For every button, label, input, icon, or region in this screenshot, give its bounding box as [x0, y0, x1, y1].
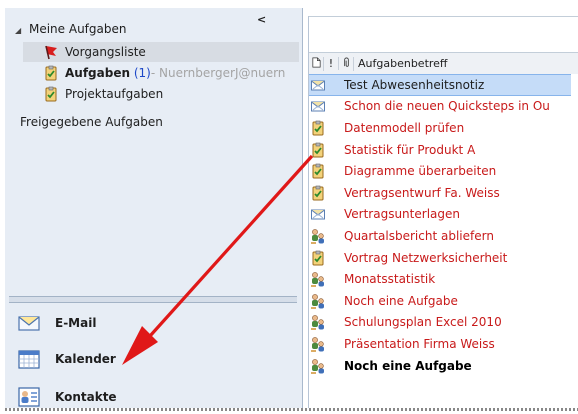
task-subject: Datenmodell prüfen — [344, 120, 465, 135]
folder-label: Projektaufgaben — [65, 87, 164, 101]
task-list: ! Aufgabenbetreff Test Abwesenheitsnotiz… — [308, 16, 578, 408]
assigned-task-icon — [310, 336, 326, 352]
nav-button-label: Kalender — [55, 352, 116, 366]
task-clipboard-icon — [310, 250, 326, 266]
nav-button-label: Kontakte — [55, 390, 117, 404]
task-subject: Schulungsplan Excel 2010 — [344, 315, 502, 330]
collapse-pane-icon[interactable]: < — [257, 13, 266, 26]
assigned-task-icon — [310, 314, 326, 330]
right-edge — [571, 74, 578, 408]
list-top-strip — [309, 16, 578, 53]
task-subject: Quartalsbericht abliefern — [344, 228, 494, 243]
mail-envelope-icon — [17, 311, 41, 335]
assigned-task-icon — [310, 358, 326, 374]
expand-triangle-icon[interactable]: ◢ — [15, 26, 21, 35]
group-shared-tasks[interactable]: Freigegebene Aufgaben — [20, 115, 163, 129]
task-row[interactable]: Schulungsplan Excel 2010 — [309, 312, 571, 334]
task-clipboard-icon — [310, 120, 326, 136]
task-row[interactable]: Präsentation Firma Weiss — [309, 333, 571, 355]
task-subject: Monatsstatistik — [344, 272, 436, 287]
folder-vorgangsliste[interactable]: Vorgangsliste — [23, 42, 299, 62]
nav-button-label: E-Mail — [55, 316, 97, 330]
task-request-icon — [310, 206, 326, 222]
task-subject: Test Abwesenheitsnotiz — [344, 77, 485, 92]
task-row[interactable]: Noch eine Aufgabe — [309, 355, 571, 377]
task-row[interactable]: Datenmodell prüfen — [309, 117, 571, 139]
task-clipboard-icon — [310, 142, 326, 158]
task-row[interactable]: Diagramme überarbeiten — [309, 160, 571, 182]
task-subject: Noch eine Aufgabe — [344, 358, 472, 373]
task-row[interactable]: Schon die neuen Quicksteps in Ou — [309, 96, 571, 118]
task-clipboard-icon — [43, 65, 59, 81]
column-header-row: ! Aufgabenbetreff — [309, 52, 578, 75]
assigned-task-icon — [310, 271, 326, 287]
assigned-task-icon — [310, 228, 326, 244]
attachment-column-header[interactable] — [339, 56, 354, 71]
account-name: - NuernbergerJ@nuern — [150, 66, 286, 80]
status-bar-edge — [5, 408, 578, 411]
task-subject: Präsentation Firma Weiss — [344, 336, 495, 351]
nav-button-mail[interactable]: E-Mail — [17, 310, 96, 336]
red-flag-icon — [43, 44, 59, 60]
task-request-icon — [310, 77, 326, 93]
task-subject: Diagramme überarbeiten — [344, 164, 497, 179]
folder-aufgaben[interactable]: Aufgaben (1) - NuernbergerJ@nuern — [27, 63, 295, 83]
task-row[interactable]: Vertragsunterlagen — [309, 204, 571, 226]
task-row[interactable]: Noch eine Aufgabe — [309, 290, 571, 312]
task-subject: Vertragsentwurf Fa. Weiss — [344, 185, 500, 200]
task-clipboard-icon — [310, 185, 326, 201]
folder-projektaufgaben[interactable]: Projektaufgaben — [27, 84, 295, 104]
group-my-tasks[interactable]: ◢ Meine Aufgaben — [15, 22, 126, 36]
icon-column-header[interactable] — [309, 56, 324, 71]
task-subject: Schon die neuen Quicksteps in Ou — [344, 99, 550, 114]
task-subject: Vortrag Netzwerksicherheit — [344, 250, 508, 265]
task-row[interactable]: Vertragsentwurf Fa. Weiss — [309, 182, 571, 204]
task-row[interactable]: Test Abwesenheitsnotiz — [309, 74, 571, 96]
nav-button-calendar[interactable]: Kalender — [17, 346, 116, 372]
folder-label: Vorgangsliste — [65, 45, 146, 59]
navigation-pane: < ◢ Meine Aufgaben Vorgangsliste Aufgabe… — [5, 8, 303, 408]
task-subject: Vertragsunterlagen — [344, 207, 460, 222]
contacts-card-icon — [17, 385, 41, 409]
task-subject: Statistik für Produkt A — [344, 142, 476, 157]
task-row[interactable]: Statistik für Produkt A — [309, 139, 571, 161]
subject-column-header[interactable]: Aufgabenbetreff — [358, 57, 448, 70]
document-icon — [311, 57, 322, 68]
pane-splitter[interactable] — [9, 296, 297, 303]
folder-label: Aufgaben — [65, 66, 131, 80]
task-row[interactable]: Quartalsbericht abliefern — [309, 225, 571, 247]
task-request-icon — [310, 98, 326, 114]
nav-button-contacts[interactable]: Kontakte — [17, 384, 117, 410]
task-row[interactable]: Vortrag Netzwerksicherheit — [309, 247, 571, 269]
task-subject: Noch eine Aufgabe — [344, 293, 458, 308]
assigned-task-icon — [310, 293, 326, 309]
attachment-icon — [341, 57, 352, 68]
task-rows: Test Abwesenheitsnotiz Schon die neuen Qu… — [309, 74, 571, 376]
unread-count: (1) — [133, 66, 151, 80]
task-clipboard-icon — [43, 86, 59, 102]
task-row[interactable]: Monatsstatistik — [309, 268, 571, 290]
group-my-tasks-label: Meine Aufgaben — [28, 22, 127, 36]
task-clipboard-icon — [310, 163, 326, 179]
importance-column-header[interactable]: ! — [324, 57, 339, 70]
calendar-icon — [17, 347, 41, 371]
